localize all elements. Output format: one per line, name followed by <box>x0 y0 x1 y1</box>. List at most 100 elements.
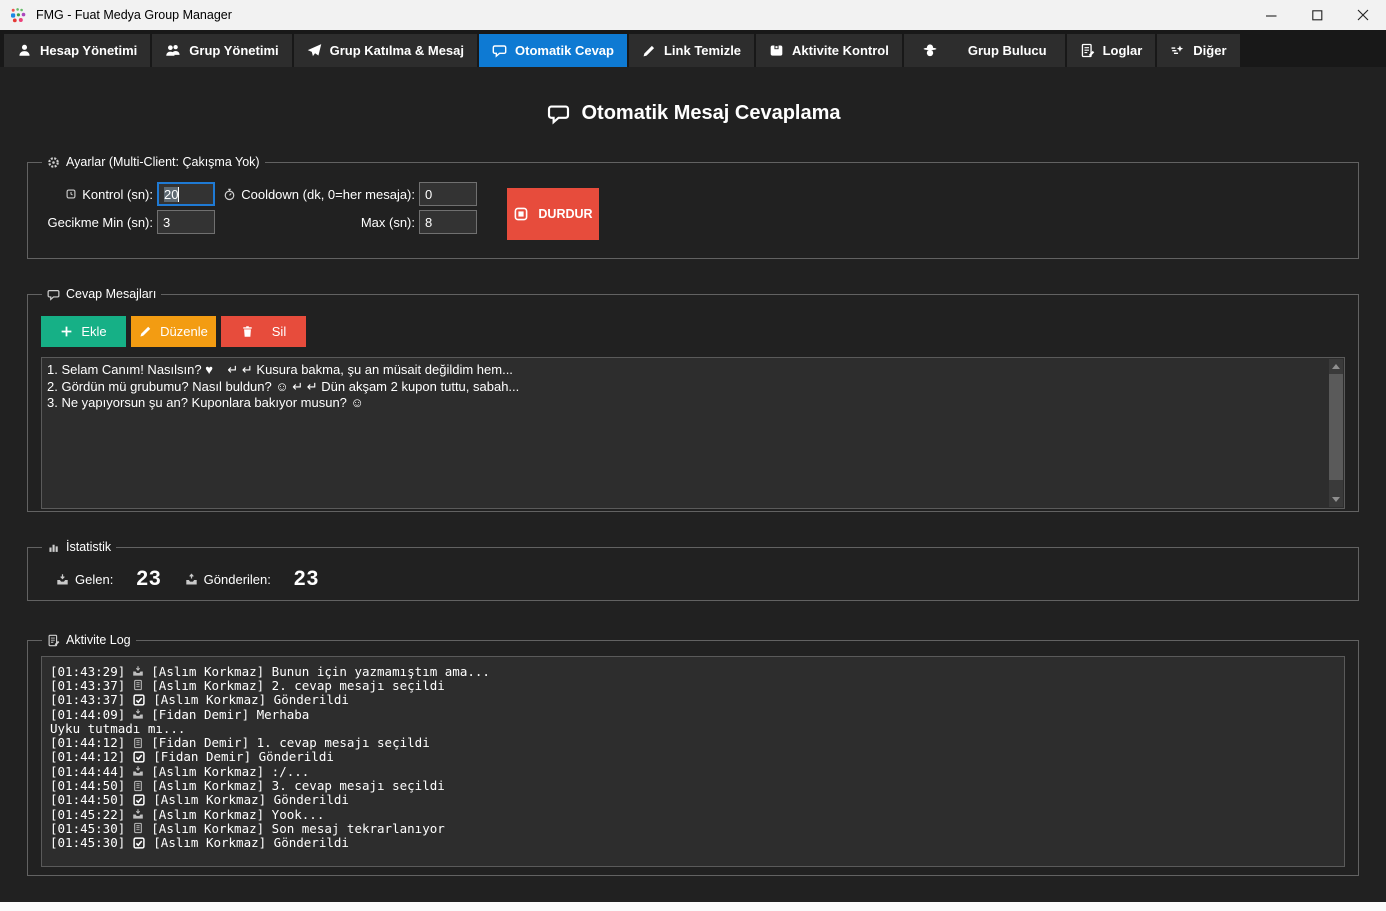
minimize-button[interactable] <box>1248 0 1294 30</box>
note-icon <box>132 737 144 749</box>
inbox-icon <box>132 665 144 677</box>
log-line: [01:44:09][Fidan Demir] Merhaba <box>50 707 1336 721</box>
note-icon <box>132 780 144 792</box>
check-icon <box>132 693 146 707</box>
tab-label: Grup Katılma & Mesaj <box>330 43 464 58</box>
stats-group-title: İstatistik <box>42 540 116 554</box>
tab-label: Diğer <box>1193 43 1226 58</box>
inbox-icon <box>132 708 144 720</box>
max-input[interactable]: 8 <box>419 210 477 234</box>
gear-icon <box>47 156 60 169</box>
log-doc-icon <box>1080 43 1095 58</box>
activity-log-box[interactable]: [01:43:29][Aslım Korkmaz] Bunun için yaz… <box>41 656 1345 867</box>
inbox-icon <box>132 808 144 820</box>
sent-value: 23 <box>294 567 319 591</box>
cooldown-input[interactable]: 0 <box>419 182 477 206</box>
stop-icon <box>513 206 529 222</box>
log-group-title: Aktivite Log <box>42 633 136 647</box>
tab-aktivite-kontrol[interactable]: Aktivite Kontrol <box>756 34 902 67</box>
list-item[interactable]: 2. Gördün mü grubumu? Nasıl buldun? ☺ ↵ … <box>47 379 1324 396</box>
tab-grup-bulucu[interactable]: Grup Bulucu <box>904 34 1065 67</box>
scroll-up-button[interactable] <box>1329 359 1343 374</box>
check-icon <box>132 793 146 807</box>
maximize-icon <box>1312 10 1323 21</box>
detective-icon <box>922 43 938 58</box>
maximize-button[interactable] <box>1294 0 1340 30</box>
messages-group: Cevap Mesajları Ekle Düzenle Sil 1. Sela… <box>27 287 1359 512</box>
tab-label: Grup Yönetimi <box>189 43 278 58</box>
tab-loglar[interactable]: Loglar <box>1067 34 1156 67</box>
main-content: Otomatik Mesaj Cevaplama Ayarlar (Multi-… <box>0 101 1386 876</box>
text-caret <box>178 187 179 202</box>
settings-group: Ayarlar (Multi-Client: Çakışma Yok) Kont… <box>27 155 1359 259</box>
pencil-icon <box>642 44 656 58</box>
gecikme-label: Gecikme Min (sn): <box>41 215 153 230</box>
window-title: FMG - Fuat Medya Group Manager <box>36 8 1248 22</box>
inbox-icon <box>132 765 144 777</box>
incoming-value: 23 <box>136 567 161 591</box>
tab-grup-katilma-mesaj[interactable]: Grup Katılma & Mesaj <box>294 34 477 67</box>
tab-label: Otomatik Cevap <box>515 43 614 58</box>
plus-icon <box>60 325 73 338</box>
log-line: Uyku tutmadı mı... <box>50 721 1336 735</box>
page-title: Otomatik Mesaj Cevaplama <box>27 101 1359 125</box>
stats-group: İstatistik Gelen: 23 Gönderilen: 23 <box>27 540 1359 601</box>
messages-group-title: Cevap Mesajları <box>42 287 161 301</box>
window-bottom-border <box>0 902 1386 911</box>
note-icon <box>132 679 144 691</box>
kontrol-input[interactable]: 20 <box>157 182 215 206</box>
list-item[interactable]: 1. Selam Canım! Nasılsın? ♥ ↵ ↵ Kusura b… <box>47 362 1324 379</box>
edit-button[interactable]: Düzenle <box>131 316 216 347</box>
log-line: [01:44:12][Fidan Demir] 1. cevap mesajı … <box>50 735 1336 749</box>
log-line: [01:43:37][Aslım Korkmaz] Gönderildi <box>50 693 1336 707</box>
tab-hesap-yonetimi[interactable]: Hesap Yönetimi <box>4 34 150 67</box>
gecikme-input[interactable]: 3 <box>157 210 215 234</box>
scroll-down-button[interactable] <box>1329 492 1343 507</box>
tab-label: Loglar <box>1103 43 1143 58</box>
messages-toolbar: Ekle Düzenle Sil <box>41 316 1345 347</box>
cooldown-value: 0 <box>425 187 432 202</box>
shooting-star-icon <box>1170 43 1185 58</box>
durdur-button[interactable]: DURDUR <box>507 188 599 240</box>
close-icon <box>1357 9 1369 21</box>
kontrol-value: 20 <box>164 187 178 202</box>
log-line: [01:45:30][Aslım Korkmaz] Son mesaj tekr… <box>50 821 1336 835</box>
settings-group-title: Ayarlar (Multi-Client: Çakışma Yok) <box>42 155 265 169</box>
trash-icon <box>241 325 254 338</box>
triangle-down-icon <box>1332 497 1340 502</box>
log-line: [01:45:30][Aslım Korkmaz] Gönderildi <box>50 836 1336 850</box>
screen-icon <box>769 43 784 58</box>
tab-diger[interactable]: Diğer <box>1157 34 1239 67</box>
list-item[interactable]: 3. Ne yapıyorsun şu an? Kuponlara bakıyo… <box>47 395 1324 412</box>
close-button[interactable] <box>1340 0 1386 30</box>
minimize-icon <box>1266 10 1277 21</box>
user-icon <box>17 43 32 58</box>
log-line: [01:43:37][Aslım Korkmaz] 2. cevap mesaj… <box>50 678 1336 692</box>
tab-label: Grup Bulucu <box>968 43 1047 58</box>
bar-chart-icon <box>47 541 60 554</box>
tab-bar: Hesap Yönetimi Grup Yönetimi Grup Katılm… <box>0 30 1386 67</box>
timer-icon <box>65 188 77 200</box>
note-icon <box>132 822 144 834</box>
tab-grup-yonetimi[interactable]: Grup Yönetimi <box>152 34 291 67</box>
tab-otomatik-cevap[interactable]: Otomatik Cevap <box>479 34 627 67</box>
users-icon <box>165 43 181 58</box>
tab-link-temizle[interactable]: Link Temizle <box>629 34 754 67</box>
stats-row: Gelen: 23 Gönderilen: 23 <box>41 554 1345 591</box>
scrollbar[interactable] <box>1329 359 1343 507</box>
pencil-icon <box>139 325 152 338</box>
tab-label: Hesap Yönetimi <box>40 43 137 58</box>
max-label: Max (sn): <box>215 215 415 230</box>
log-line: [01:44:44][Aslım Korkmaz] :/... <box>50 764 1336 778</box>
outbox-icon <box>185 573 198 586</box>
inbox-icon <box>56 573 69 586</box>
scrollbar-thumb[interactable] <box>1329 374 1343 480</box>
log-line: [01:44:12][Fidan Demir] Gönderildi <box>50 750 1336 764</box>
add-button[interactable]: Ekle <box>41 316 126 347</box>
log-group: Aktivite Log [01:43:29][Aslım Korkmaz] B… <box>27 633 1359 876</box>
delete-button[interactable]: Sil <box>221 316 306 347</box>
paper-plane-icon <box>307 43 322 58</box>
log-line: [01:45:22][Aslım Korkmaz] Yook... <box>50 807 1336 821</box>
incoming-label: Gelen: <box>56 572 113 587</box>
log-line: [01:44:50][Aslım Korkmaz] Gönderildi <box>50 793 1336 807</box>
